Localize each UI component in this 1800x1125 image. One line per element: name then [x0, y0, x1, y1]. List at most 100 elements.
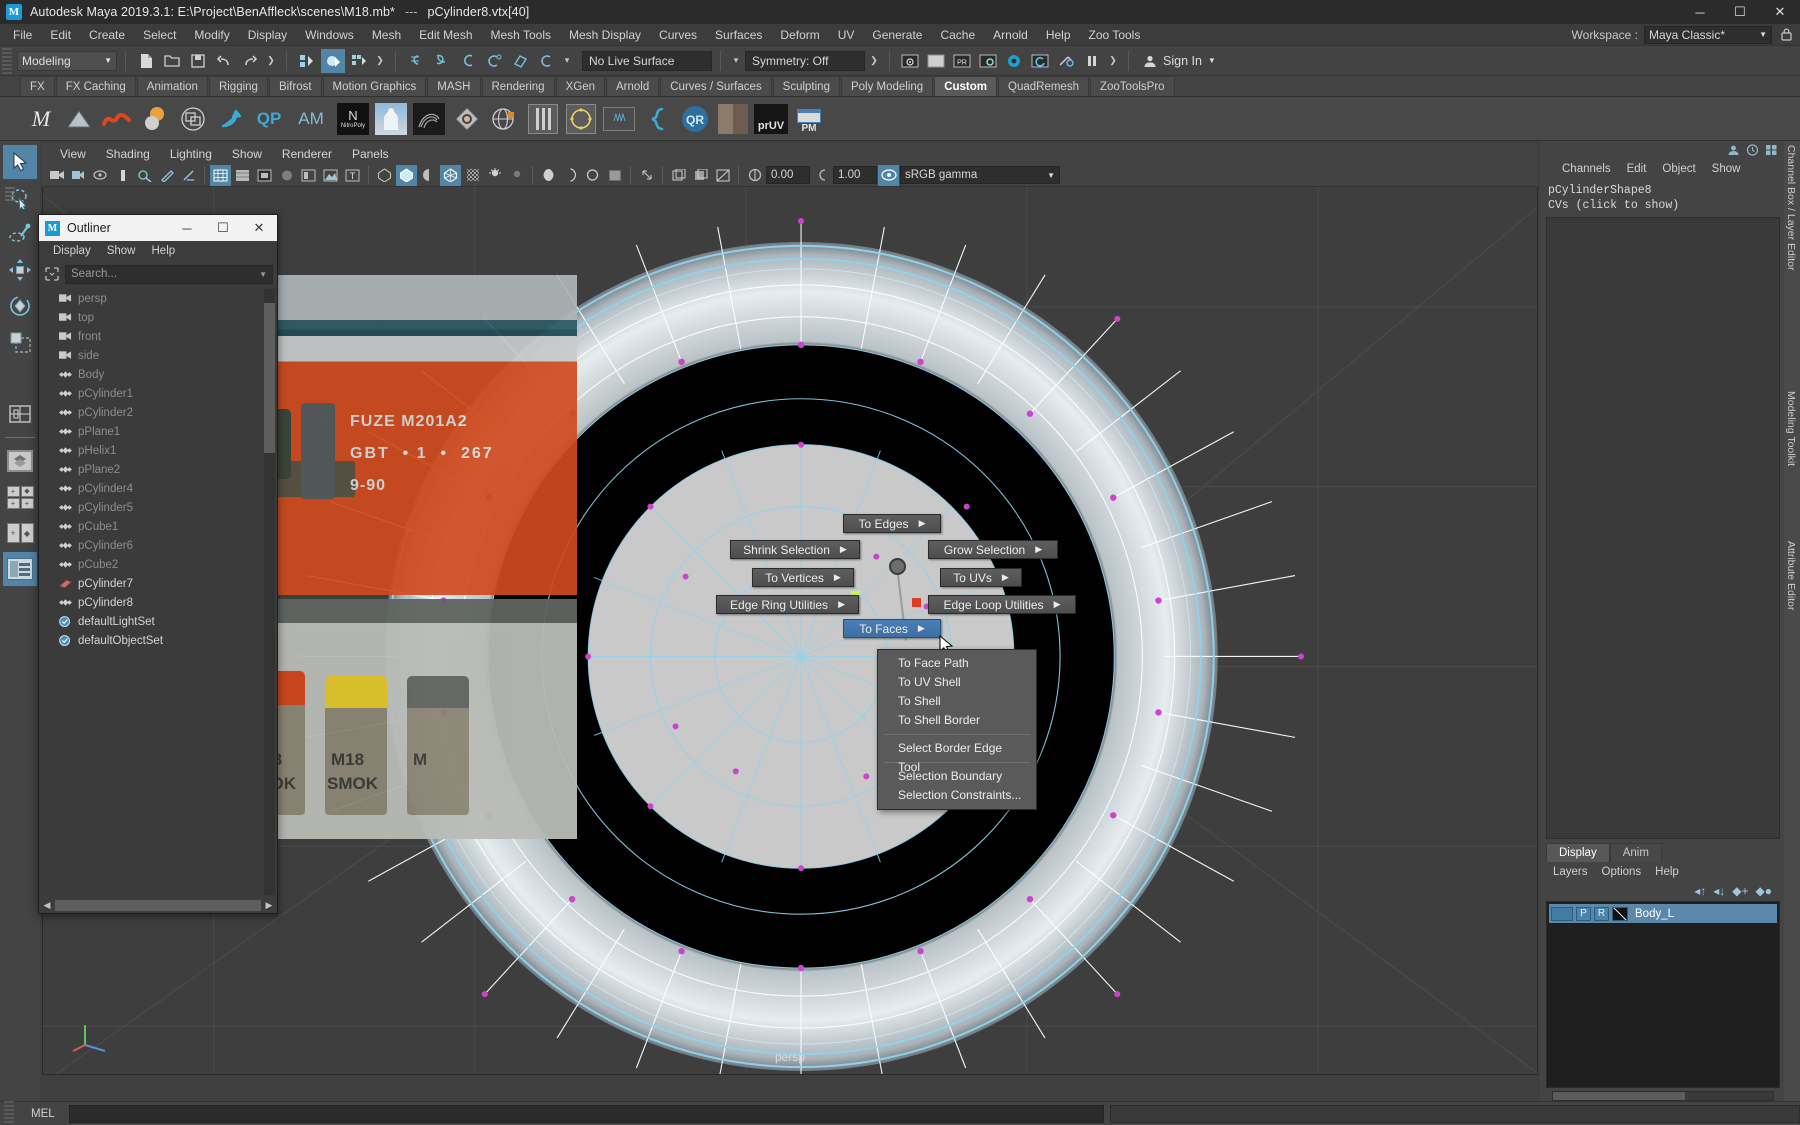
- four-view-layout[interactable]: + ◆ + +: [3, 480, 37, 514]
- submenu-item-to-shell-border[interactable]: To Shell Border: [878, 711, 1036, 730]
- layer-row[interactable]: P R Body_L: [1549, 904, 1777, 923]
- tab-attribute-editor[interactable]: Attribute Editor: [1785, 541, 1797, 610]
- submenu-item-to-face-path[interactable]: To Face Path: [878, 654, 1036, 673]
- symmetry-field[interactable]: Symmetry: Off: [745, 50, 865, 71]
- two-d-pan-zoom-icon[interactable]: [134, 165, 155, 186]
- channel-box-cvs-row[interactable]: CVs (click to show): [1548, 198, 1776, 213]
- menu-edit-mesh[interactable]: Edit Mesh: [410, 24, 481, 46]
- submenu-item-selection-constraints[interactable]: Selection Constraints...: [878, 786, 1036, 805]
- light-icon[interactable]: [484, 165, 505, 186]
- shelf-tab-rigging[interactable]: Rigging: [208, 76, 268, 96]
- shelf-tab-fx[interactable]: FX: [20, 76, 55, 96]
- new-layer-from-selected-icon[interactable]: ◆●: [1756, 884, 1772, 898]
- menu-mesh-display[interactable]: Mesh Display: [560, 24, 650, 46]
- move-layer-up-icon[interactable]: ◂↑: [1694, 884, 1706, 898]
- layer-color-swatch[interactable]: [1612, 906, 1628, 921]
- snap-to-curve-icon[interactable]: [430, 49, 454, 73]
- marking-menu-to-edges[interactable]: To Edges ▶: [843, 514, 941, 533]
- redo-icon[interactable]: [238, 49, 262, 73]
- hypershade-icon[interactable]: [1002, 49, 1026, 73]
- menu-windows[interactable]: Windows: [296, 24, 363, 46]
- exposure-reset-icon[interactable]: [636, 165, 657, 186]
- xray-joints-icon[interactable]: [582, 165, 603, 186]
- menu-curves[interactable]: Curves: [650, 24, 706, 46]
- ipr-render-icon[interactable]: PR: [950, 49, 974, 73]
- triangle-icon[interactable]: [62, 102, 96, 136]
- diamond-icon[interactable]: [450, 102, 484, 136]
- select-by-object-type-icon[interactable]: [321, 48, 345, 73]
- am-icon[interactable]: AM: [290, 102, 332, 136]
- snap-to-grid-icon[interactable]: [404, 49, 428, 73]
- shaded-wireframe-icon[interactable]: [254, 165, 275, 186]
- layer-editor-tab-anim[interactable]: Anim: [1609, 843, 1662, 862]
- layer-menu-layers[interactable]: Layers: [1546, 866, 1595, 878]
- make-live-icon[interactable]: [534, 49, 558, 73]
- use-default-material-icon[interactable]: [276, 165, 297, 186]
- marking-menu-edge-ring-utilities[interactable]: Edge Ring Utilities ▶: [716, 595, 859, 614]
- maximize-button[interactable]: ☐: [1720, 0, 1760, 24]
- motion-blur-icon[interactable]: [462, 165, 483, 186]
- view-transform-b-icon[interactable]: [690, 165, 711, 186]
- rotate-tool[interactable]: [3, 289, 37, 323]
- screen-space-ao-icon[interactable]: [440, 164, 461, 186]
- globe-icon[interactable]: [488, 102, 522, 136]
- text-display-icon[interactable]: T: [342, 165, 363, 186]
- shelf-tab-animation[interactable]: Animation: [136, 76, 208, 96]
- qp-icon[interactable]: QP: [252, 102, 286, 136]
- shelf-gripper[interactable]: [5, 187, 15, 201]
- marking-menu-to-vertices[interactable]: To Vertices ▶: [752, 568, 854, 587]
- smooth-shade-all-icon[interactable]: [232, 165, 253, 186]
- circle-ring-icon[interactable]: [564, 102, 598, 136]
- render-settings-icon[interactable]: [976, 49, 1000, 73]
- submenu-item-to-shell[interactable]: To Shell: [878, 692, 1036, 711]
- persp-viewport[interactable]: FUZE M201A2 GBT • 1 • 267 9-90 M18 SMOK …: [42, 187, 1538, 1075]
- snap-to-point-icon[interactable]: [456, 49, 480, 73]
- marking-menu-edge-loop-utilities[interactable]: Edge Loop Utilities ▶: [928, 595, 1076, 614]
- lock-icon[interactable]: [1778, 26, 1794, 44]
- nitropoly-icon[interactable]: N NitroPoly: [336, 102, 370, 136]
- new-scene-icon[interactable]: [134, 49, 158, 73]
- light-off-icon[interactable]: [506, 165, 527, 186]
- collapse-file-group-icon[interactable]: ❯: [264, 55, 278, 66]
- menu-select[interactable]: Select: [134, 24, 185, 46]
- select-by-component-type-icon[interactable]: [347, 49, 371, 73]
- marking-menu-to-uvs[interactable]: To UVs ▶: [940, 568, 1022, 587]
- shelf-tab-poly-modeling[interactable]: Poly Modeling: [840, 76, 934, 96]
- submenu-item-selection-boundary[interactable]: Selection Boundary: [878, 767, 1036, 786]
- viewport-menu-show[interactable]: Show: [222, 147, 272, 161]
- camera-attributes-icon[interactable]: [68, 165, 89, 186]
- tab-channel-box-layer-editor[interactable]: Channel Box / Layer Editor: [1785, 145, 1797, 271]
- shelf-tab-mash[interactable]: MASH: [427, 76, 481, 96]
- hair-icon[interactable]: [412, 102, 446, 136]
- menu-generate[interactable]: Generate: [863, 24, 931, 46]
- toggle-ipr-icon[interactable]: [1054, 49, 1078, 73]
- isolate-select-icon[interactable]: [538, 165, 559, 186]
- menu-zoo-tools[interactable]: Zoo Tools: [1080, 24, 1150, 46]
- shadows-icon[interactable]: [418, 165, 439, 186]
- viewport-menu-view[interactable]: View: [50, 147, 96, 161]
- bookmarks-icon[interactable]: [90, 165, 111, 186]
- layer-visibility-toggle[interactable]: [1551, 906, 1573, 921]
- uv-bar-icon[interactable]: /\/\/\: [602, 102, 636, 136]
- paint-select-tool[interactable]: [3, 217, 37, 251]
- viewport-menu-renderer[interactable]: Renderer: [272, 147, 342, 161]
- two-pane-side-layout[interactable]: + ◆: [3, 516, 37, 550]
- new-layer-icon[interactable]: ◆+: [1732, 884, 1748, 898]
- layer-list[interactable]: P R Body_L: [1546, 901, 1780, 1088]
- layer-playback-toggle[interactable]: P: [1576, 906, 1591, 921]
- symmetry-caret-icon[interactable]: ▾: [729, 55, 743, 66]
- booleans-icon[interactable]: [176, 102, 210, 136]
- menu-file[interactable]: File: [4, 24, 41, 46]
- texture-display-icon[interactable]: [320, 165, 341, 186]
- show-hide-render-view-icon[interactable]: [898, 49, 922, 73]
- show-manipulator-tool[interactable]: [3, 397, 37, 431]
- pm-icon[interactable]: PM: [792, 102, 826, 136]
- collapse-selection-group-icon[interactable]: ❯: [373, 55, 387, 66]
- viewport-menu-shading[interactable]: Shading: [96, 147, 160, 161]
- snap-options-caret-icon[interactable]: ▾: [560, 55, 574, 66]
- viewport-menu-lighting[interactable]: Lighting: [160, 147, 222, 161]
- xray-active-components-icon[interactable]: [604, 165, 625, 186]
- menu-cache[interactable]: Cache: [931, 24, 984, 46]
- wireframe-display-icon[interactable]: [210, 164, 231, 186]
- minimize-button[interactable]: ─: [1680, 0, 1720, 24]
